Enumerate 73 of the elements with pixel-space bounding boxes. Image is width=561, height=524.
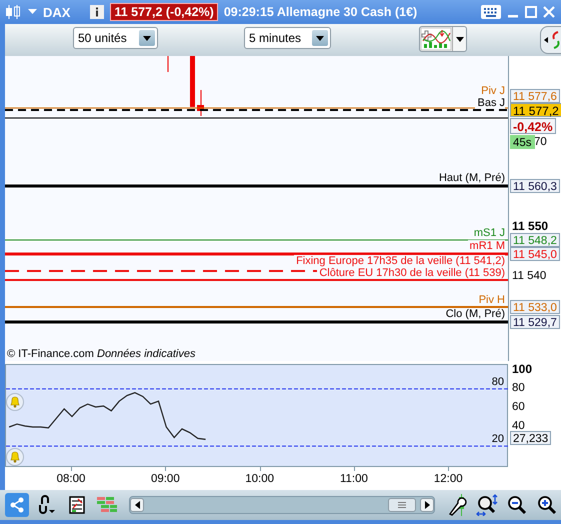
close-icon[interactable] (543, 6, 555, 18)
level-label: Haut (M, Pré) (436, 172, 505, 184)
price-tag: 11 529,7 (510, 315, 560, 329)
bricks-icon (97, 496, 117, 514)
bell-icon[interactable] (6, 392, 24, 411)
share-icon (9, 497, 25, 513)
axis-label: 11 550 (512, 220, 548, 232)
time-label: 12:00 (434, 473, 463, 485)
bell-icon[interactable] (6, 448, 24, 466)
side-panel-tab[interactable] (540, 26, 561, 54)
level-label: Clo (M, Pré) (444, 308, 505, 320)
level-label: mR1 M (468, 240, 505, 252)
price-tag: 11 560,3 (510, 179, 560, 193)
disclaimer-text: Données indicatives (97, 348, 196, 361)
axis-label: 40 (512, 420, 525, 432)
threshold-label: 80 (492, 376, 504, 388)
table-icon (69, 496, 85, 514)
axis-label: 60 (512, 400, 525, 413)
time-label: 09:00 (150, 473, 180, 485)
threshold-label: 20 (492, 433, 504, 446)
current-price-tag: 11 577,2 (510, 103, 561, 117)
time-label: 10:00 (245, 473, 274, 485)
copyright-text: © IT-Finance.com (7, 348, 94, 361)
zoom-fit-button[interactable] (475, 493, 499, 517)
period-dropdown[interactable]: 5 minutes (244, 27, 331, 49)
instrument-info: 09:29:15 Allemagne 30 Cash (1€) (224, 5, 418, 19)
level-label: Clôture EU 17h30 de la veille (11 539) (317, 267, 505, 279)
level-label: Piv J (479, 85, 505, 97)
left-arrow-icon (134, 501, 140, 509)
change-tag: -0,42% (510, 118, 556, 134)
price-tag: 11 577,6 (510, 89, 560, 103)
share-button[interactable] (5, 493, 29, 517)
level-label: Piv H (476, 294, 505, 306)
level-label: Fixing Europe 17h35 de la veille (11 541,2) (294, 255, 505, 267)
wrench-icon (447, 494, 467, 516)
value-tag: 27,233 (510, 431, 552, 446)
price-tag: 11 545,0 (510, 247, 560, 261)
caret-icon[interactable] (28, 9, 37, 15)
quote-badge: 11 577,2 (-0,42%) (110, 3, 218, 21)
axis-label: 70 (534, 136, 547, 148)
candlestick-icon[interactable] (4, 4, 22, 20)
zoom-in-icon (537, 495, 557, 515)
maximize-icon[interactable] (525, 6, 537, 18)
caret-icon (316, 36, 324, 40)
countdown-tag: 45s (510, 135, 535, 149)
candlestick-drawing (168, 56, 204, 116)
axis-label: 100 (512, 362, 532, 375)
indicator-chart-icon (420, 27, 452, 51)
horizontal-scrollbar[interactable] (129, 496, 435, 514)
caret-icon (143, 36, 151, 40)
price-tag: 11 533,0 (510, 300, 560, 314)
keyboard-icon[interactable] (481, 5, 501, 19)
zoom-out-icon (507, 495, 527, 515)
axis-label: 80 (512, 382, 525, 394)
time-label: 08:00 (56, 473, 86, 485)
chain-link-icon (38, 495, 56, 515)
grip-icon (398, 502, 406, 508)
units-dropdown[interactable]: 50 unités (73, 27, 158, 49)
time-label: 11:00 (340, 473, 368, 485)
magnifier-arrows-icon (476, 494, 498, 516)
window-title: DAX (43, 4, 70, 20)
zoom-out-button[interactable] (505, 493, 529, 517)
info-icon[interactable] (90, 5, 104, 19)
price-tag: 11 548,2 (510, 233, 560, 247)
axis-label: 11 540 (512, 270, 546, 282)
indicators-button[interactable] (419, 26, 467, 52)
zoom-in-button[interactable] (535, 493, 559, 517)
scroll-thumb[interactable] (388, 498, 416, 512)
right-arrow-icon (424, 501, 430, 509)
swap-arrows-icon (544, 30, 561, 50)
level-label: mS1 J (472, 227, 505, 239)
level-label: Bas J (475, 97, 505, 109)
caret-icon (452, 27, 466, 51)
